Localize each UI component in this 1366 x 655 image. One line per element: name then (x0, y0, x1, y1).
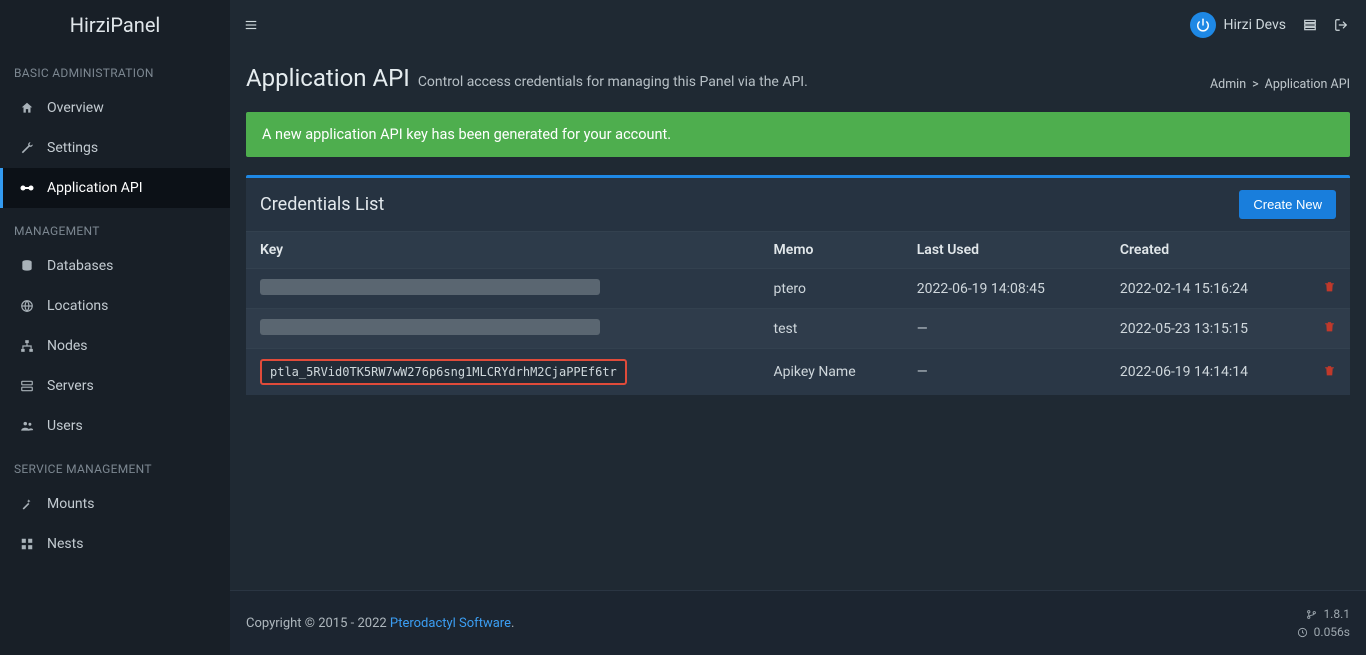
breadcrumb: Admin > Application API (1210, 77, 1350, 92)
sidebar-item-label: Servers (47, 378, 94, 394)
th-memo: Memo (760, 232, 903, 269)
footer-copyright: Copyright © 2015 - 2022 (246, 616, 390, 631)
footer-version: 1.8.1 (1323, 605, 1350, 623)
page-title: Application API (246, 64, 410, 92)
cell-created: 2022-05-23 13:15:15 (1106, 309, 1309, 349)
sidebar-item-nests[interactable]: Nests (0, 524, 230, 564)
sidebar-item-nodes[interactable]: Nodes (0, 326, 230, 366)
sidebar-item-label: Nodes (47, 338, 88, 354)
sitemap-icon (19, 339, 35, 353)
sidebar-item-databases[interactable]: Databases (0, 246, 230, 286)
api-key-code[interactable] (260, 319, 600, 335)
server-icon (19, 379, 35, 393)
th-key: Key (246, 232, 760, 269)
section-basic-admin: BASIC ADMINISTRATION (0, 50, 230, 88)
sidebar-item-users[interactable]: Users (0, 406, 230, 446)
page-subtitle: Control access credentials for managing … (418, 74, 808, 90)
trash-icon[interactable] (1323, 280, 1336, 293)
globe-icon (19, 299, 35, 313)
cell-last-used: — (903, 349, 1106, 396)
credentials-table: Key Memo Last Used Created ptero2022-06-… (246, 231, 1350, 395)
exit-admin-icon[interactable] (1302, 18, 1318, 32)
table-row: test—2022-05-23 13:15:15 (246, 309, 1350, 349)
username-label: Hirzi Devs (1224, 17, 1287, 33)
sidebar-item-label: Settings (47, 140, 98, 156)
sidebar-item-label: Mounts (47, 496, 94, 512)
cell-memo: Apikey Name (760, 349, 903, 396)
sidebar-item-label: Application API (47, 180, 143, 196)
api-icon (19, 183, 35, 193)
sidebar-item-label: Overview (47, 100, 104, 116)
sidebar-item-label: Locations (47, 298, 108, 314)
cell-memo: test (760, 309, 903, 349)
section-service-management: SERVICE MANAGEMENT (0, 446, 230, 484)
breadcrumb-admin[interactable]: Admin (1210, 77, 1246, 92)
logout-icon[interactable] (1334, 18, 1348, 32)
clock-icon (1297, 627, 1308, 638)
sidebar-item-label: Users (47, 418, 83, 434)
magic-icon (19, 497, 35, 511)
alert-success: A new application API key has been gener… (246, 112, 1350, 157)
sidebar-item-settings[interactable]: Settings (0, 128, 230, 168)
sidebar-item-locations[interactable]: Locations (0, 286, 230, 326)
power-icon (1190, 12, 1216, 38)
sidebar-item-mounts[interactable]: Mounts (0, 484, 230, 524)
branch-icon (1306, 609, 1317, 620)
grid-icon (19, 537, 35, 551)
cell-last-used: 2022-06-19 14:08:45 (903, 269, 1106, 309)
api-key-code[interactable] (260, 279, 600, 295)
home-icon (19, 101, 35, 115)
user-menu[interactable]: Hirzi Devs (1190, 12, 1287, 38)
table-row: ptero2022-06-19 14:08:452022-02-14 15:16… (246, 269, 1350, 309)
footer-suffix: . (511, 616, 514, 631)
cell-last-used: — (903, 309, 1106, 349)
sidebar-item-servers[interactable]: Servers (0, 366, 230, 406)
trash-icon[interactable] (1323, 320, 1336, 333)
breadcrumb-separator: > (1252, 77, 1259, 92)
credentials-box: Credentials List Create New Key Memo Las… (246, 175, 1350, 395)
brand-logo[interactable]: HirziPanel (0, 0, 230, 50)
th-created: Created (1106, 232, 1309, 269)
cell-created: 2022-02-14 15:16:24 (1106, 269, 1309, 309)
table-row: ptla_5RVid0TK5RW7wW276p6sng1MLCRYdrhM2Cj… (246, 349, 1350, 396)
th-actions (1309, 232, 1350, 269)
users-icon (19, 419, 35, 433)
sidebar-item-label: Nests (47, 536, 83, 552)
footer-link[interactable]: Pterodactyl Software (390, 616, 511, 631)
sidebar-item-application-api[interactable]: Application API (0, 168, 230, 208)
api-key-code[interactable]: ptla_5RVid0TK5RW7wW276p6sng1MLCRYdrhM2Cj… (260, 359, 627, 385)
sidebar-item-overview[interactable]: Overview (0, 88, 230, 128)
trash-icon[interactable] (1323, 364, 1336, 377)
th-last-used: Last Used (903, 232, 1106, 269)
breadcrumb-current: Application API (1265, 77, 1350, 92)
sidebar-item-label: Databases (47, 258, 113, 274)
box-title: Credentials List (260, 194, 384, 215)
sidebar: BASIC ADMINISTRATION Overview Settings A… (0, 50, 230, 655)
footer: Copyright © 2015 - 2022 Pterodactyl Soft… (230, 590, 1366, 655)
hamburger-icon (244, 18, 258, 32)
create-new-button[interactable]: Create New (1239, 190, 1336, 219)
section-management: MANAGEMENT (0, 208, 230, 246)
footer-time: 0.056s (1314, 623, 1350, 641)
database-icon (19, 259, 35, 273)
wrench-icon (19, 141, 35, 155)
cell-memo: ptero (760, 269, 903, 309)
cell-created: 2022-06-19 14:14:14 (1106, 349, 1309, 396)
sidebar-toggle[interactable] (230, 0, 258, 50)
